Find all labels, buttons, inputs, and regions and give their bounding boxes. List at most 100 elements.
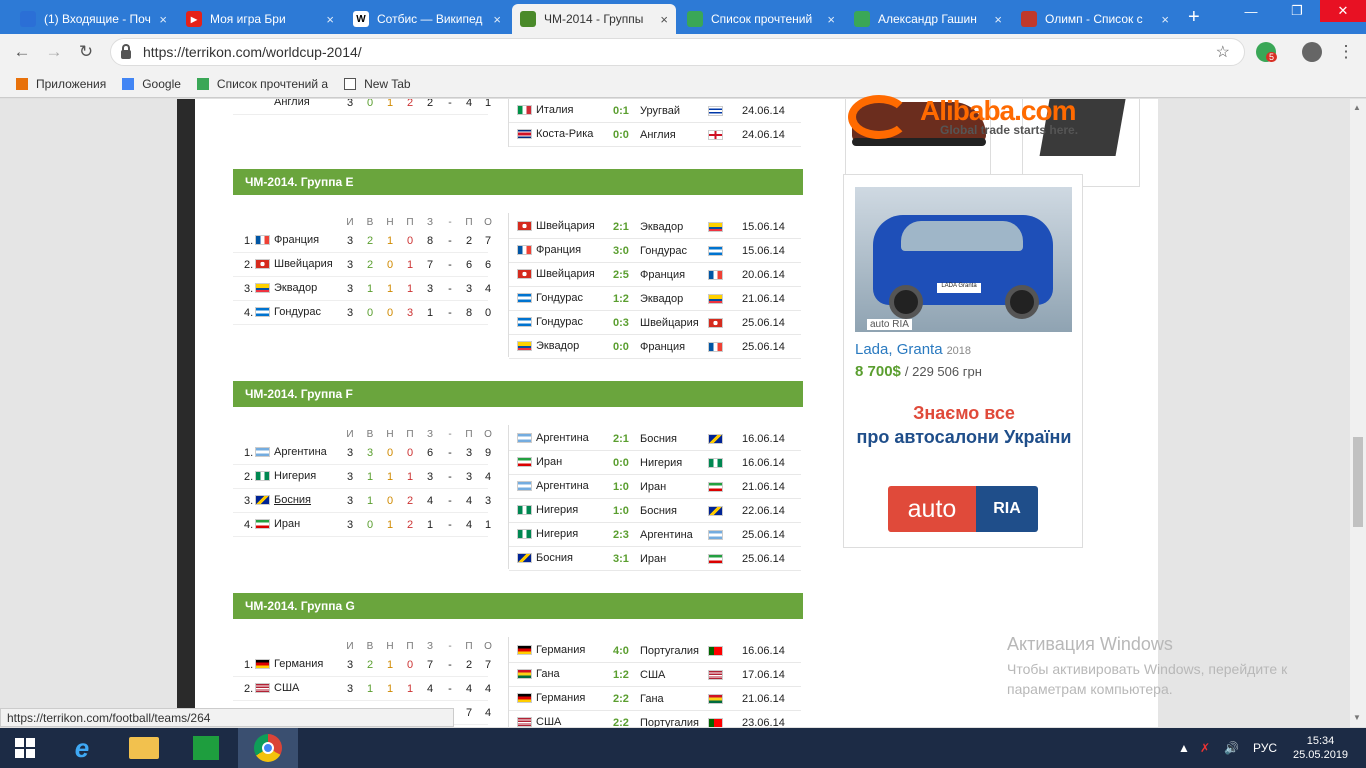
match-score[interactable]: 0:0 — [613, 341, 629, 353]
car-name-link[interactable]: Lada, Granta 2018 — [855, 341, 971, 358]
back-button[interactable]: ← — [10, 40, 34, 64]
match-row[interactable]: Германия 2:2 Гана 21.06.14 — [509, 687, 801, 711]
close-window-button[interactable]: ✕ — [1320, 0, 1366, 22]
home-team[interactable]: Гана — [517, 668, 560, 680]
standing-row[interactable]: 4. Гондурас 3 0 0 3 1-8 0 — [233, 301, 491, 325]
bookmark-item[interactable]: Список прочтений а — [196, 77, 328, 91]
url-text[interactable]: https://terrikon.com/worldcup-2014/ — [143, 44, 362, 60]
volume-icon[interactable]: 🔊 — [1224, 728, 1239, 768]
standing-row[interactable]: 3. Босния 3 1 0 2 4-4 3 — [233, 489, 491, 513]
autoria-ad[interactable]: LADA Granta auto RIA Lada, Granta 2018 8 … — [843, 174, 1083, 548]
explorer-taskbar-icon[interactable] — [114, 728, 174, 768]
home-team[interactable]: Швейцария — [517, 268, 595, 280]
team-name-link[interactable]: Эквадор — [255, 282, 317, 294]
match-row[interactable]: Аргентина 1:0 Иран 21.06.14 — [509, 475, 801, 499]
tab-close-icon[interactable]: × — [994, 12, 1002, 27]
match-row[interactable]: Нигерия 1:0 Босния 22.06.14 — [509, 499, 801, 523]
match-score[interactable]: 2:2 — [613, 693, 629, 705]
team-name-link[interactable]: Аргентина — [255, 446, 327, 458]
language-indicator[interactable]: РУС — [1253, 728, 1277, 768]
match-score[interactable]: 1:2 — [613, 669, 629, 681]
match-score[interactable]: 3:0 — [613, 245, 629, 257]
home-team[interactable]: США — [517, 716, 561, 727]
scrollbar-thumb[interactable] — [1353, 437, 1363, 527]
store-taskbar-icon[interactable] — [176, 728, 236, 768]
home-team[interactable]: Босния — [517, 552, 573, 564]
home-team[interactable]: Швейцария — [517, 220, 595, 232]
match-score[interactable]: 0:0 — [613, 457, 629, 469]
autoria-logo[interactable]: auto RIA — [888, 486, 1038, 532]
match-score[interactable]: 2:2 — [613, 717, 629, 727]
standing-row[interactable]: 3. Эквадор 3 1 1 1 3-3 4 — [233, 277, 491, 301]
browser-tab[interactable]: ▶ Моя игра Бри × — [178, 4, 342, 34]
match-row[interactable]: Германия 4:0 Португалия 16.06.14 — [509, 639, 801, 663]
away-team-name[interactable]: Босния — [640, 433, 677, 445]
team-name-link[interactable]: Гондурас — [255, 306, 321, 318]
away-team-name[interactable]: Эквадор — [640, 293, 683, 305]
match-score[interactable]: 4:0 — [613, 645, 629, 657]
match-score[interactable]: 0:3 — [613, 317, 629, 329]
match-row[interactable]: Аргентина 2:1 Босния 16.06.14 — [509, 427, 801, 451]
tab-close-icon[interactable]: × — [159, 12, 167, 27]
menu-kebab-icon[interactable]: ⋮ — [1334, 40, 1358, 64]
away-team-name[interactable]: Гондурас — [640, 245, 687, 257]
home-team[interactable]: Коста-Рика — [517, 128, 593, 140]
profile-avatar[interactable] — [1302, 42, 1322, 62]
match-row[interactable]: Нигерия 2:3 Аргентина 25.06.14 — [509, 523, 801, 547]
standing-row[interactable]: 2. США 3 1 1 1 4-4 4 — [233, 677, 491, 701]
home-team[interactable]: Эквадор — [517, 340, 579, 352]
match-row[interactable]: Эквадор 0:0 Франция 25.06.14 — [509, 335, 801, 359]
team-name-link[interactable]: Германия — [255, 658, 323, 670]
team-name-link[interactable]: Франция — [255, 234, 319, 246]
match-score[interactable]: 3:1 — [613, 553, 629, 565]
ie-taskbar-icon[interactable]: e — [52, 728, 112, 768]
forward-button[interactable]: → — [42, 40, 66, 64]
match-score[interactable]: 2:5 — [613, 269, 629, 281]
home-team[interactable]: Германия — [517, 644, 585, 656]
match-row[interactable]: Гондурас 0:3 Швейцария 25.06.14 — [509, 311, 801, 335]
home-team[interactable]: Гондурас — [517, 316, 583, 328]
away-team-name[interactable]: Иран — [640, 481, 666, 493]
standing-row[interactable]: 1. Германия 3 2 1 0 7-2 7 — [233, 653, 491, 677]
away-team-name[interactable]: Уругвай — [640, 105, 680, 117]
match-score[interactable]: 2:3 — [613, 529, 629, 541]
tab-close-icon[interactable]: × — [493, 12, 501, 27]
match-row[interactable]: Коста-Рика 0:0 Англия 24.06.14 — [509, 123, 801, 147]
away-team-name[interactable]: Швейцария — [640, 317, 699, 329]
match-score[interactable]: 1:0 — [613, 481, 629, 493]
match-row[interactable]: Швейцария 2:1 Эквадор 15.06.14 — [509, 215, 801, 239]
match-score[interactable]: 0:1 — [613, 105, 629, 117]
alibaba-ad[interactable]: Alibaba.com Global trade starts here. — [848, 95, 1110, 145]
away-team-name[interactable]: Иран — [640, 553, 666, 565]
match-row[interactable]: США 2:2 Португалия 23.06.14 — [509, 711, 801, 727]
team-name-link[interactable]: Босния — [255, 494, 311, 506]
team-name-link[interactable]: США — [255, 682, 299, 694]
home-team[interactable]: Италия — [517, 104, 573, 116]
browser-tab[interactable]: Александр Гашин × — [846, 4, 1010, 34]
browser-tab[interactable]: ЧМ-2014 - Группы × — [512, 4, 676, 34]
address-bar[interactable]: https://terrikon.com/worldcup-2014/ ☆ — [110, 38, 1245, 66]
tab-close-icon[interactable]: × — [827, 12, 835, 27]
home-team[interactable]: Нигерия — [517, 528, 578, 540]
bookmark-item[interactable]: New Tab — [344, 77, 411, 91]
bookmark-item[interactable]: Google — [122, 77, 181, 91]
match-score[interactable]: 1:0 — [613, 505, 629, 517]
away-team-name[interactable]: Аргентина — [640, 529, 693, 541]
home-team[interactable]: Нигерия — [517, 504, 578, 516]
match-score[interactable]: 1:2 — [613, 293, 629, 305]
tab-close-icon[interactable]: × — [1161, 12, 1169, 27]
home-team[interactable]: Франция — [517, 244, 581, 256]
restore-button[interactable]: ❐ — [1274, 0, 1320, 22]
tab-close-icon[interactable]: × — [660, 12, 668, 27]
standing-row[interactable]: 2. Швейцария 3 2 0 1 7 - 6 6 — [233, 253, 491, 277]
standing-row[interactable]: 2. Нигерия 3 1 1 1 3-3 4 — [233, 465, 491, 489]
page-scrollbar[interactable]: ▲ ▼ — [1350, 99, 1366, 727]
tray-chevron-icon[interactable]: ▲ — [1178, 728, 1190, 768]
home-team[interactable]: Аргентина — [517, 432, 589, 444]
home-team[interactable]: Аргентина — [517, 480, 589, 492]
standing-row[interactable]: 4. Иран 3 0 1 2 1-4 1 — [233, 513, 491, 537]
match-row[interactable]: Иран 0:0 Нигерия 16.06.14 — [509, 451, 801, 475]
clock[interactable]: 15:34 25.05.2019 — [1293, 728, 1348, 768]
team-name-link[interactable]: Швейцария — [255, 258, 333, 270]
away-team-name[interactable]: Португалия — [640, 645, 699, 657]
